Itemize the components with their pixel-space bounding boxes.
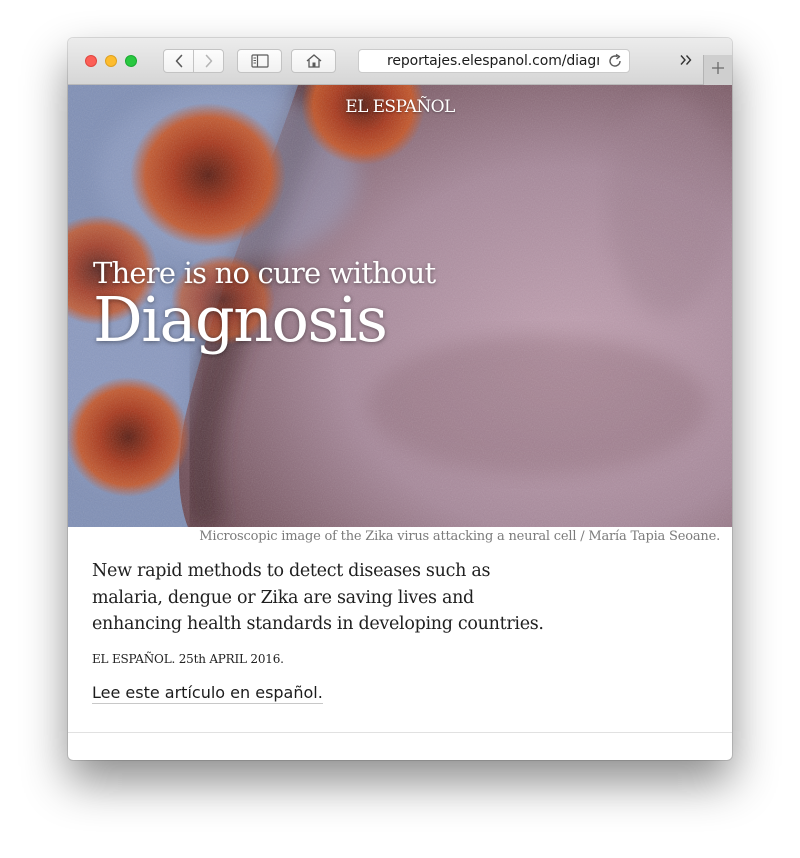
plus-icon xyxy=(711,61,725,80)
maximize-window-button[interactable] xyxy=(125,55,137,67)
address-bar[interactable]: reportajes.elespanol.com/diagnosis xyxy=(358,49,630,73)
chevron-left-icon xyxy=(174,54,184,68)
hero-image: EL ESPAÑOL There is no cure without Diag… xyxy=(68,85,732,527)
minimize-window-button[interactable] xyxy=(105,55,117,67)
reload-icon[interactable] xyxy=(607,53,623,72)
url-text[interactable]: reportajes.elespanol.com/diagnosis xyxy=(387,53,599,69)
hero-title: Diagnosis xyxy=(93,283,388,356)
chevron-right-icon xyxy=(204,54,214,68)
spanish-link-period: . xyxy=(317,683,323,702)
browser-window: reportajes.elespanol.com/diagnosis xyxy=(68,38,732,760)
home-icon xyxy=(305,53,323,69)
double-chevron-right-icon[interactable] xyxy=(679,53,693,71)
sidebar-button[interactable] xyxy=(237,49,282,73)
home-button[interactable] xyxy=(291,49,336,73)
new-tab-button[interactable] xyxy=(703,55,732,85)
close-window-button[interactable] xyxy=(85,55,97,67)
site-logo[interactable]: EL ESPAÑOL xyxy=(68,97,732,117)
byline: EL ESPAÑOL. 25th APRIL 2016. xyxy=(92,652,284,666)
spanish-version-link[interactable]: Lee este artículo en español. xyxy=(92,683,323,704)
sidebar-icon xyxy=(250,54,269,68)
forward-button[interactable] xyxy=(193,49,224,73)
image-caption: Microscopic image of the Zika virus atta… xyxy=(199,529,720,544)
back-button[interactable] xyxy=(163,49,194,73)
divider xyxy=(68,732,732,733)
article-lead: New rapid methods to detect diseases suc… xyxy=(92,561,544,634)
spanish-link-text[interactable]: Lee este artículo en español xyxy=(92,683,318,702)
toolbar: reportajes.elespanol.com/diagnosis xyxy=(68,38,732,85)
